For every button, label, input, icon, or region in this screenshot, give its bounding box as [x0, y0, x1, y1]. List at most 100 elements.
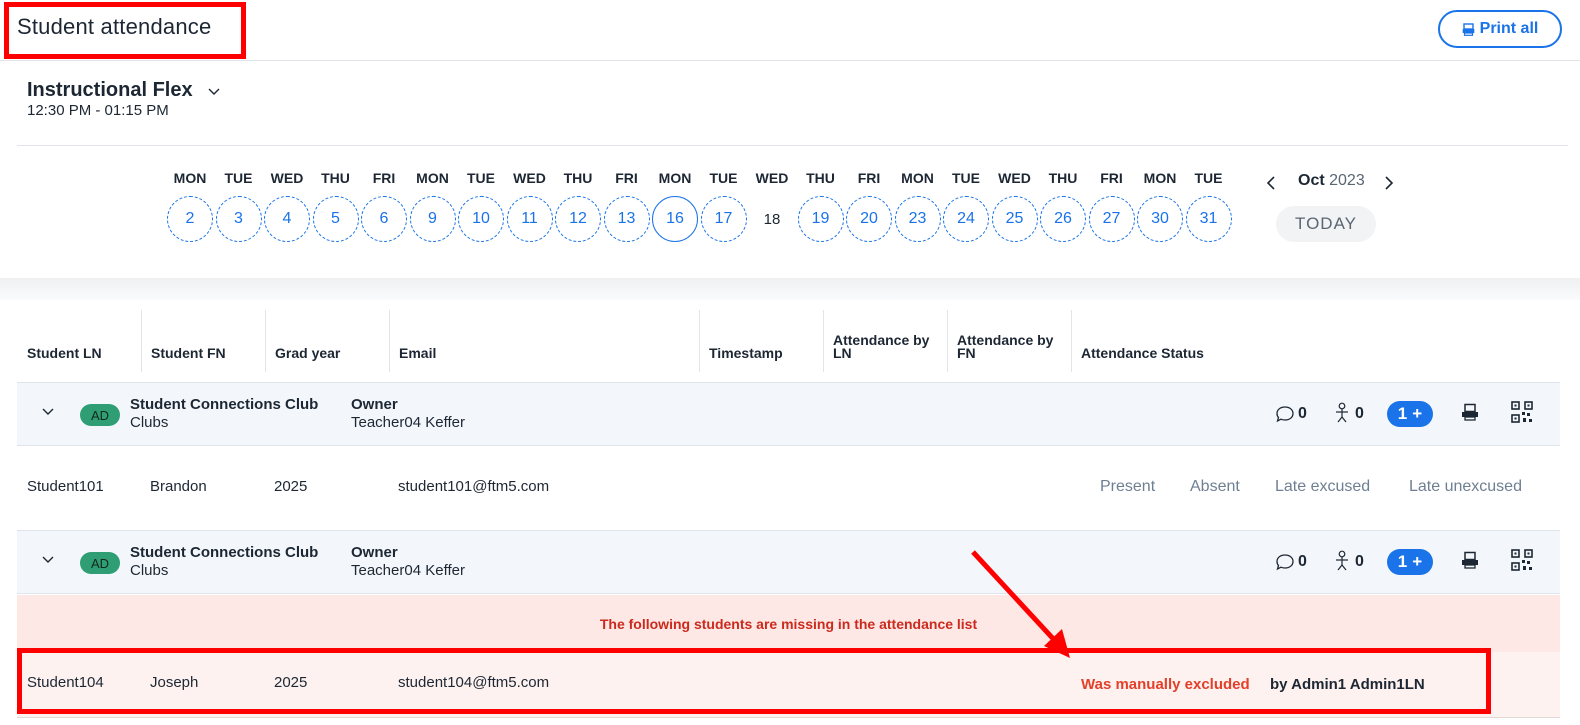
- day-number[interactable]: 6: [361, 196, 407, 242]
- printer-icon[interactable]: [1461, 551, 1479, 569]
- day-number[interactable]: 2: [167, 196, 213, 242]
- day-number[interactable]: 20: [846, 196, 892, 242]
- printer-icon[interactable]: [1461, 403, 1479, 421]
- column-header[interactable]: Timestamp: [699, 310, 823, 372]
- print-all-button[interactable]: Print all: [1438, 10, 1562, 48]
- calendar-day[interactable]: MON 2: [167, 170, 213, 242]
- qr-code-icon[interactable]: [1511, 401, 1533, 423]
- person-icon[interactable]: [1334, 402, 1350, 424]
- day-number[interactable]: 23: [894, 196, 941, 242]
- day-number[interactable]: 19: [797, 196, 844, 242]
- column-header[interactable]: Student FN: [141, 310, 265, 372]
- day-number[interactable]: 5: [312, 196, 359, 242]
- column-divider: [947, 310, 948, 372]
- owner-label: Owner: [351, 544, 398, 561]
- day-number[interactable]: 25: [991, 196, 1038, 242]
- calendar-day[interactable]: THU 19: [797, 170, 844, 242]
- day-name: MON: [1143, 170, 1177, 186]
- day-number[interactable]: 24: [943, 196, 989, 242]
- group-row[interactable]: AD Student Connections Club Clubs Owner …: [17, 530, 1560, 594]
- late-excused-option[interactable]: Late excused: [1275, 478, 1370, 496]
- calendar-day[interactable]: MON 23: [894, 170, 941, 242]
- day-number[interactable]: 4: [264, 196, 310, 242]
- group-badge: AD: [80, 404, 120, 426]
- day-name: THU: [806, 170, 835, 186]
- day-name: FRI: [1100, 170, 1123, 186]
- add-button[interactable]: 1 +: [1387, 401, 1433, 427]
- day-number[interactable]: 9: [409, 196, 456, 242]
- calendar-day[interactable]: FRI 13: [603, 170, 650, 242]
- day-number[interactable]: 3: [215, 196, 262, 242]
- day-name: TUE: [467, 170, 495, 186]
- day-number[interactable]: 16: [652, 196, 698, 242]
- day-number[interactable]: 17: [700, 196, 747, 242]
- day-name: TUE: [1194, 170, 1223, 186]
- day-number[interactable]: 12: [555, 196, 601, 242]
- qr-code-icon[interactable]: [1511, 549, 1533, 571]
- comment-icon[interactable]: [1275, 405, 1295, 423]
- calendar-day[interactable]: TUE 31: [1185, 170, 1232, 242]
- title-annotation-box: [4, 2, 246, 59]
- day-name: FRI: [372, 170, 396, 186]
- day-number[interactable]: 13: [603, 196, 650, 242]
- plus-icon: +: [1412, 404, 1423, 423]
- day-name: TUE: [224, 170, 253, 186]
- calendar-day[interactable]: WED 4: [264, 170, 310, 242]
- day-number[interactable]: 18: [749, 196, 795, 242]
- calendar-day[interactable]: MON 16: [652, 170, 698, 242]
- group-badge: AD: [80, 552, 120, 574]
- add-button[interactable]: 1 +: [1387, 549, 1433, 575]
- chevron-down-icon[interactable]: [207, 85, 221, 99]
- late-unexcused-option[interactable]: Late unexcused: [1409, 478, 1522, 496]
- column-header[interactable]: Attendance by LN: [823, 310, 947, 372]
- column-header[interactable]: Student LN: [17, 310, 141, 372]
- column-header[interactable]: Grad year: [265, 310, 389, 372]
- calendar-day[interactable]: THU 12: [555, 170, 601, 242]
- print-all-label: Print all: [1479, 20, 1539, 37]
- column-divider: [389, 310, 390, 372]
- day-name: MON: [416, 170, 449, 186]
- chevron-left-icon[interactable]: [1264, 175, 1278, 191]
- email: student101@ftm5.com: [398, 478, 550, 495]
- month-name: Oct: [1298, 172, 1325, 189]
- chevron-right-icon[interactable]: [1382, 175, 1396, 191]
- absent-option[interactable]: Absent: [1190, 478, 1240, 496]
- day-number[interactable]: 27: [1088, 196, 1135, 242]
- column-divider: [823, 310, 824, 372]
- calendar-day[interactable]: FRI 6: [361, 170, 407, 242]
- calendar-day[interactable]: MON 30: [1137, 170, 1183, 242]
- calendar-day[interactable]: FRI 27: [1088, 170, 1135, 242]
- calendar-day[interactable]: WED 18: [749, 170, 795, 242]
- column-header[interactable]: Email: [389, 310, 699, 372]
- calendar-day[interactable]: THU 5: [312, 170, 359, 242]
- grad-year: 2025: [274, 478, 308, 495]
- comment-icon[interactable]: [1275, 553, 1295, 571]
- calendar-day[interactable]: WED 11: [506, 170, 553, 242]
- calendar-day[interactable]: TUE 10: [458, 170, 504, 242]
- calendar-day[interactable]: TUE 24: [943, 170, 989, 242]
- calendar-day[interactable]: MON 9: [409, 170, 456, 242]
- calendar-day[interactable]: WED 25: [991, 170, 1038, 242]
- column-header[interactable]: Attendance Status: [1071, 310, 1271, 372]
- month-label: Oct 2023: [1298, 172, 1365, 190]
- day-number[interactable]: 31: [1185, 196, 1232, 242]
- column-header[interactable]: Attendance by FN: [947, 310, 1071, 372]
- day-number[interactable]: 26: [1040, 196, 1086, 242]
- group-row[interactable]: AD Student Connections Club Clubs Owner …: [17, 382, 1560, 446]
- chevron-down-icon[interactable]: [41, 553, 55, 567]
- today-button[interactable]: TODAY: [1276, 206, 1376, 242]
- add-count: 1: [1397, 552, 1408, 571]
- calendar-day[interactable]: FRI 20: [846, 170, 892, 242]
- add-count: 1: [1397, 404, 1408, 423]
- period-name[interactable]: Instructional Flex: [27, 79, 193, 102]
- day-number[interactable]: 11: [506, 196, 553, 242]
- person-icon[interactable]: [1334, 550, 1350, 572]
- day-number[interactable]: 30: [1137, 196, 1183, 242]
- column-divider: [1071, 310, 1072, 372]
- calendar-day[interactable]: THU 26: [1040, 170, 1086, 242]
- calendar-day[interactable]: TUE 17: [700, 170, 747, 242]
- present-option[interactable]: Present: [1100, 478, 1155, 496]
- day-number[interactable]: 10: [458, 196, 504, 242]
- calendar-day[interactable]: TUE 3: [215, 170, 262, 242]
- chevron-down-icon[interactable]: [41, 405, 55, 419]
